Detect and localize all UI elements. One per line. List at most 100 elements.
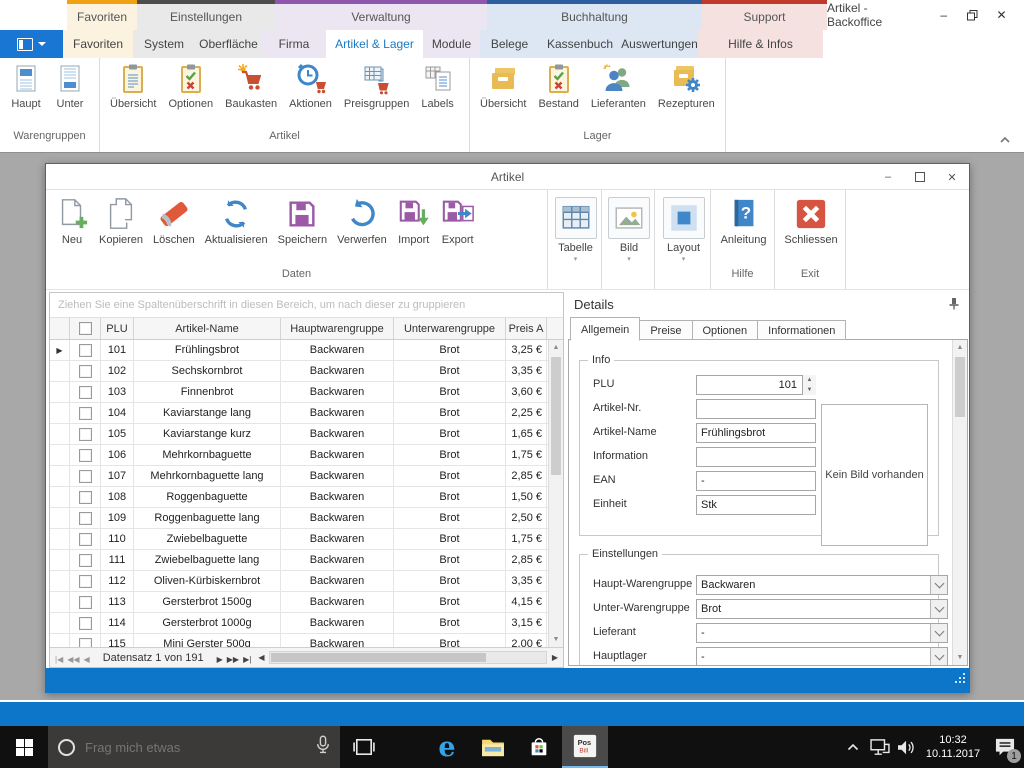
checkbox[interactable] bbox=[79, 575, 92, 588]
checkbox[interactable] bbox=[79, 470, 92, 483]
table-row[interactable]: 108RoggenbaguetteBackwarenBrot1,50 € bbox=[50, 487, 548, 508]
taskbar-edge-icon[interactable]: e bbox=[424, 726, 470, 768]
ribbon-tab-favoriten[interactable]: Favoriten bbox=[63, 30, 133, 58]
details-tab-preise[interactable]: Preise bbox=[640, 320, 692, 340]
artikel-window-titlebar[interactable]: Artikel – ✕ bbox=[46, 164, 969, 190]
row-checkbox-cell[interactable] bbox=[70, 550, 101, 570]
hscroll-left-icon[interactable]: ◀ bbox=[256, 653, 266, 662]
task-view-button[interactable] bbox=[340, 726, 388, 768]
hscroll-right-icon[interactable]: ▶ bbox=[550, 653, 560, 662]
grid-column-header-preis-a[interactable]: Preis A bbox=[506, 318, 547, 339]
grid-horizontal-scrollbar[interactable] bbox=[269, 651, 546, 664]
first-record-icon[interactable]: |◀ bbox=[53, 655, 65, 664]
table-row[interactable]: 115Mini Gerster 500gBackwarenBrot2,00 € bbox=[50, 634, 548, 647]
checkbox[interactable] bbox=[79, 322, 92, 335]
ribbon-button-labels[interactable]: Labels bbox=[415, 61, 459, 130]
scroll-down-icon[interactable]: ▼ bbox=[549, 632, 563, 647]
details-vertical-scrollbar[interactable]: ▲ ▼ bbox=[952, 340, 967, 665]
window-button-export[interactable]: Export bbox=[436, 195, 480, 268]
ribbon-button-preisgruppen[interactable]: Preisgruppen bbox=[338, 61, 415, 130]
dropdown-lieferant[interactable]: - bbox=[696, 623, 948, 643]
pin-icon[interactable] bbox=[948, 297, 960, 313]
restore-button[interactable] bbox=[960, 4, 985, 26]
scroll-up-icon[interactable]: ▲ bbox=[549, 340, 563, 355]
ribbon-tab-oberfläche[interactable]: Oberfläche bbox=[195, 30, 262, 58]
checkbox[interactable] bbox=[79, 386, 92, 399]
checkbox[interactable] bbox=[79, 596, 92, 609]
ribbon-tab-artikel-&-lager[interactable]: Artikel & Lager bbox=[326, 30, 423, 58]
taskbar-store-icon[interactable] bbox=[516, 726, 562, 768]
grid-header-checkbox[interactable] bbox=[70, 318, 101, 339]
row-checkbox-cell[interactable] bbox=[70, 529, 101, 549]
details-tab-optionen[interactable]: Optionen bbox=[693, 320, 759, 340]
row-checkbox-cell[interactable] bbox=[70, 634, 101, 647]
table-row[interactable]: 105Kaviarstange kurzBackwarenBrot1,65 € bbox=[50, 424, 548, 445]
resize-grip[interactable] bbox=[954, 671, 966, 689]
row-checkbox-cell[interactable] bbox=[70, 361, 101, 381]
field-input-einheit[interactable]: Stk bbox=[696, 495, 816, 515]
table-row[interactable]: 109Roggenbaguette langBackwarenBrot2,50 … bbox=[50, 508, 548, 529]
details-tab-allgemein[interactable]: Allgemein bbox=[570, 317, 640, 341]
ribbon-button-rezepturen[interactable]: Rezepturen bbox=[652, 61, 721, 130]
prev-record-icon[interactable]: ◀ bbox=[82, 655, 92, 664]
table-row[interactable]: 107Mehrkornbaguette langBackwarenBrot2,8… bbox=[50, 466, 548, 487]
ribbon-tab-hilfe-&-infos[interactable]: Hilfe & Infos bbox=[698, 30, 823, 58]
last-record-icon[interactable]: ▶| bbox=[241, 655, 253, 664]
window-maximize-button[interactable] bbox=[911, 168, 929, 186]
taskbar-backoffice-icon[interactable]: PosBill bbox=[562, 726, 608, 768]
chevron-down-icon[interactable] bbox=[930, 648, 947, 665]
ribbon-tab-auswertungen[interactable]: Auswertungen bbox=[621, 30, 698, 58]
ribbon-tab-system[interactable]: System bbox=[133, 30, 195, 58]
row-checkbox-cell[interactable] bbox=[70, 424, 101, 444]
field-input-artikel-name[interactable]: Frühlingsbrot bbox=[696, 423, 816, 443]
window-minimize-button[interactable]: – bbox=[879, 168, 897, 186]
chevron-down-icon[interactable] bbox=[930, 624, 947, 642]
checkbox[interactable] bbox=[79, 365, 92, 378]
checkbox[interactable] bbox=[79, 344, 92, 357]
table-row[interactable]: 112Oliven-KürbiskernbrotBackwarenBrot3,3… bbox=[50, 571, 548, 592]
checkbox[interactable] bbox=[79, 428, 92, 441]
spinner-down-icon[interactable]: ▼ bbox=[803, 385, 816, 395]
table-row[interactable]: 103FinnenbrotBackwarenBrot3,60 € bbox=[50, 382, 548, 403]
table-row[interactable]: 104Kaviarstange langBackwarenBrot2,25 € bbox=[50, 403, 548, 424]
window-close-button[interactable]: ✕ bbox=[943, 168, 961, 186]
table-row[interactable]: 111Zwiebelbaguette langBackwarenBrot2,85… bbox=[50, 550, 548, 571]
dropdown-hauptlager[interactable]: - bbox=[696, 647, 948, 665]
window-button-bild[interactable]: Bild▾ bbox=[606, 195, 652, 268]
row-checkbox-cell[interactable] bbox=[70, 340, 101, 360]
window-button-aktualisieren[interactable]: Aktualisieren bbox=[200, 195, 273, 268]
field-input-information[interactable] bbox=[696, 447, 816, 467]
ribbon-tab-firma[interactable]: Firma bbox=[262, 30, 326, 58]
scroll-down-icon[interactable]: ▼ bbox=[953, 650, 967, 665]
window-button-verwerfen[interactable]: Verwerfen bbox=[332, 195, 392, 268]
grid-column-header-artikel-name[interactable]: Artikel-Name bbox=[134, 318, 281, 339]
window-button-tabelle[interactable]: Tabelle▾ bbox=[552, 195, 599, 268]
ribbon-tab-belege[interactable]: Belege bbox=[480, 30, 539, 58]
checkbox[interactable] bbox=[79, 512, 92, 525]
row-checkbox-cell[interactable] bbox=[70, 382, 101, 402]
window-button-speichern[interactable]: Speichern bbox=[273, 195, 333, 268]
details-tab-informationen[interactable]: Informationen bbox=[758, 320, 846, 340]
window-button-schliessen[interactable]: Schliessen bbox=[779, 195, 842, 268]
row-checkbox-cell[interactable] bbox=[70, 571, 101, 591]
close-button[interactable]: ✕ bbox=[989, 4, 1014, 26]
checkbox[interactable] bbox=[79, 491, 92, 504]
dropdown-unter-warengruppe[interactable]: Brot bbox=[696, 599, 948, 619]
checkbox[interactable] bbox=[79, 407, 92, 420]
checkbox[interactable] bbox=[79, 449, 92, 462]
checkbox[interactable] bbox=[79, 533, 92, 546]
next-record-icon[interactable]: ▶ bbox=[215, 655, 225, 664]
ribbon-button-haupt[interactable]: Haupt bbox=[4, 61, 48, 130]
field-input-plu[interactable]: 101 bbox=[696, 375, 816, 395]
microphone-icon[interactable] bbox=[316, 735, 330, 760]
network-icon[interactable] bbox=[866, 726, 893, 768]
scrollbar-thumb[interactable] bbox=[551, 357, 561, 475]
ribbon-tab-kassenbuch[interactable]: Kassenbuch bbox=[539, 30, 621, 58]
table-row[interactable]: ▶101FrühlingsbrotBackwarenBrot3,25 € bbox=[50, 340, 548, 361]
checkbox[interactable] bbox=[79, 638, 92, 648]
window-button-neu[interactable]: Neu bbox=[50, 195, 94, 268]
table-row[interactable]: 106MehrkornbaguetteBackwarenBrot1,75 € bbox=[50, 445, 548, 466]
ribbon-tab-module[interactable]: Module bbox=[423, 30, 480, 58]
ribbon-button-baukasten[interactable]: Baukasten bbox=[219, 61, 283, 130]
table-row[interactable]: 114Gersterbrot 1000gBackwarenBrot3,15 € bbox=[50, 613, 548, 634]
